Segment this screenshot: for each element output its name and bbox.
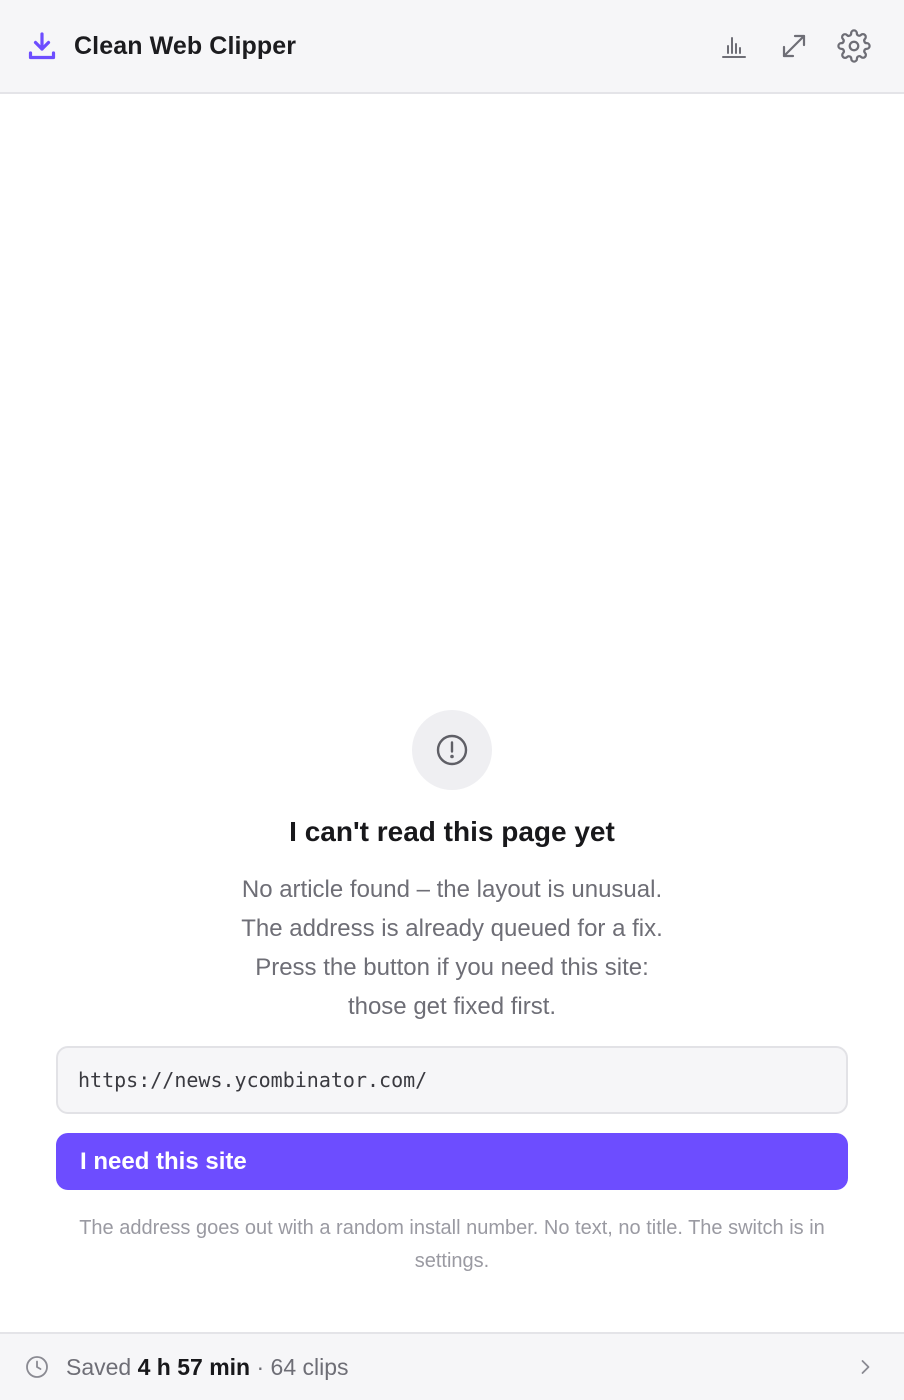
clips-count: · 64 clips [250, 1353, 349, 1380]
clipper-panel: Clean Web Clipper I can't read this page… [0, 0, 904, 1400]
page-url-field: https://news.ycombinator.com/ [56, 1046, 848, 1114]
expand-arrows-icon [782, 34, 806, 58]
time-saved-value: 4 h 57 min [137, 1353, 251, 1380]
saved-summary-text: Saved 4 h 57 min · 64 clips [66, 1354, 349, 1381]
app-title: Clean Web Clipper [74, 31, 297, 60]
notice-title: I can't read this page yet [289, 816, 615, 847]
notice-line: those get fixed first. [347, 993, 557, 1020]
unreadable-page-notice: I can't read this page yet No article fo… [56, 710, 848, 1278]
privacy-note: The address goes out with a random insta… [79, 1217, 825, 1272]
bar-chart-icon [722, 37, 746, 58]
saved-time-summary[interactable]: Saved 4 h 57 min · 64 clips [0, 1332, 904, 1400]
clock-icon [24, 1354, 50, 1380]
download-tray-icon [26, 30, 58, 62]
request-site-button[interactable]: I need this site [56, 1133, 848, 1190]
notice-line: No article found – the layout is unusual… [241, 876, 663, 903]
gear-icon [837, 29, 871, 63]
notice-line: Press the button if you need this site: [255, 954, 649, 981]
main-content: I can't read this page yet No article fo… [0, 94, 904, 1332]
notice-line: The address is already queued for a fix. [241, 915, 663, 942]
settings-button[interactable] [834, 26, 874, 66]
stats-button[interactable] [714, 26, 754, 66]
notice-description: No article found – the layout is unusual… [241, 870, 663, 1026]
alert-circle-icon [412, 710, 492, 790]
expand-button[interactable] [774, 26, 814, 66]
chevron-right-icon [854, 1356, 876, 1378]
saved-prefix: Saved [66, 1353, 138, 1380]
header: Clean Web Clipper [0, 0, 904, 94]
